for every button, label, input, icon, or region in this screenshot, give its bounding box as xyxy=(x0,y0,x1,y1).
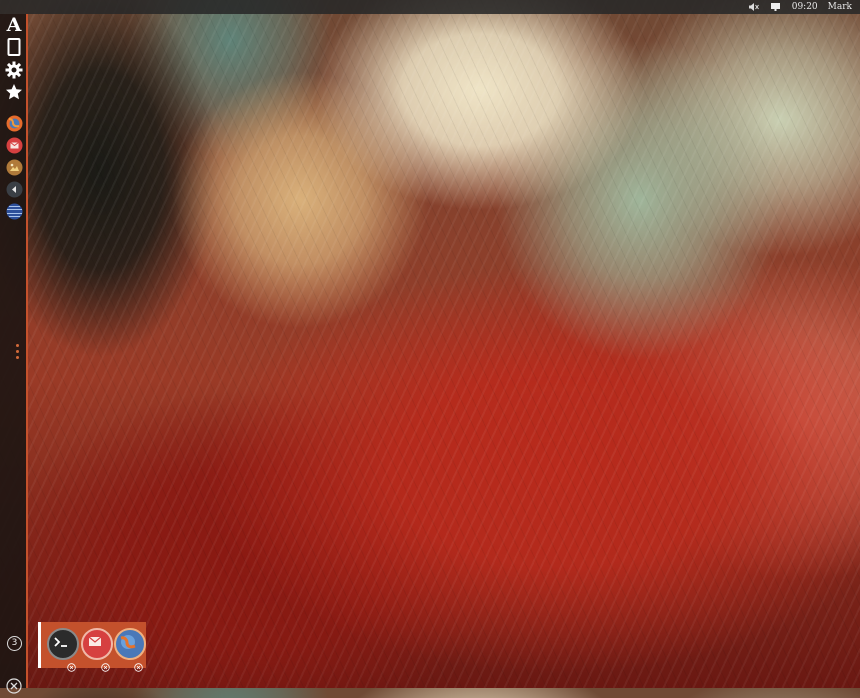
task-switcher xyxy=(38,622,146,672)
dock-overflow-handle[interactable] xyxy=(16,344,20,362)
workspace-indicator[interactable]: 3 xyxy=(7,636,22,651)
terminal-icon[interactable] xyxy=(47,628,79,660)
mail-icon[interactable] xyxy=(4,135,24,155)
wallpaper xyxy=(0,0,860,688)
media-player-icon[interactable] xyxy=(4,179,24,199)
firefox-icon[interactable] xyxy=(4,113,24,133)
firefox-icon[interactable] xyxy=(114,628,146,660)
settings-gear-icon[interactable] xyxy=(4,60,24,80)
mail-icon[interactable] xyxy=(81,628,113,660)
favorites-star-icon[interactable] xyxy=(4,82,24,102)
close-task-firefox-icon[interactable] xyxy=(134,657,143,672)
tablet-icon[interactable] xyxy=(4,37,24,57)
top-panel: 09:20 Mark xyxy=(0,0,860,14)
close-task-terminal-icon[interactable] xyxy=(67,657,76,672)
image-viewer-icon[interactable] xyxy=(4,157,24,177)
dock: A 3 xyxy=(0,14,28,694)
system-tray: 09:20 Mark xyxy=(748,0,852,14)
close-icon[interactable] xyxy=(6,678,22,694)
display-icon[interactable] xyxy=(770,1,782,13)
volume-muted-icon[interactable] xyxy=(748,1,760,13)
user-menu[interactable]: Mark xyxy=(828,0,852,14)
globe-icon[interactable] xyxy=(4,201,24,221)
close-task-mail-icon[interactable] xyxy=(101,657,110,672)
clock[interactable]: 09:20 xyxy=(792,0,818,14)
text-editor-icon[interactable]: A xyxy=(4,15,24,35)
